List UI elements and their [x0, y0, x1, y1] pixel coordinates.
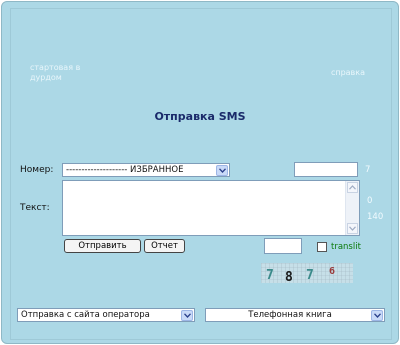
page-title: Отправка SMS — [154, 110, 246, 123]
phone-number-input[interactable] — [294, 162, 358, 177]
report-button[interactable]: Отчет — [144, 239, 185, 253]
captcha-digit: 6 — [329, 266, 335, 277]
captcha-image: 7 8 7 6 — [261, 263, 353, 283]
text-label: Текст: — [20, 203, 50, 213]
app-frame: стартовая в дурдом справка Отправка SMS … — [1, 1, 399, 344]
number-favorites-select[interactable]: -------------------- ИЗБРАННОЕ — [62, 163, 230, 177]
chevron-down-icon — [181, 309, 193, 321]
chevron-down-icon — [371, 309, 383, 321]
chevron-up-icon — [349, 185, 356, 190]
text-used-counter: 0 — [367, 196, 373, 206]
operator-select[interactable]: Отправка с сайта оператора — [17, 308, 195, 322]
operator-select-value: Отправка с сайта оператора — [21, 310, 150, 320]
chevron-down-icon — [349, 226, 356, 231]
number-label: Номер: — [20, 165, 54, 175]
help-link[interactable]: справка — [331, 68, 365, 78]
text-limit-counter: 140 — [367, 212, 384, 222]
captcha-input[interactable] — [264, 238, 302, 254]
scroll-up-button[interactable] — [347, 182, 358, 193]
start-link[interactable]: стартовая в дурдом — [30, 63, 90, 83]
translit-label[interactable]: translit — [331, 242, 361, 252]
phonebook-select-value: Телефонная книга — [248, 310, 332, 320]
translit-checkbox[interactable] — [317, 242, 327, 252]
chevron-down-icon — [216, 164, 228, 176]
message-scrollbar[interactable] — [345, 181, 359, 235]
message-textarea[interactable] — [62, 180, 360, 236]
send-button[interactable]: Отправить — [64, 239, 141, 253]
captcha-digit: 7 — [306, 268, 314, 283]
number-select-value: -------------------- ИЗБРАННОЕ — [66, 165, 184, 175]
captcha-digit: 7 — [266, 268, 274, 283]
captcha-digit: 8 — [285, 270, 293, 283]
number-char-counter: 7 — [365, 165, 371, 175]
phonebook-select[interactable]: Телефонная книга — [205, 308, 385, 322]
scroll-down-button[interactable] — [347, 223, 358, 234]
